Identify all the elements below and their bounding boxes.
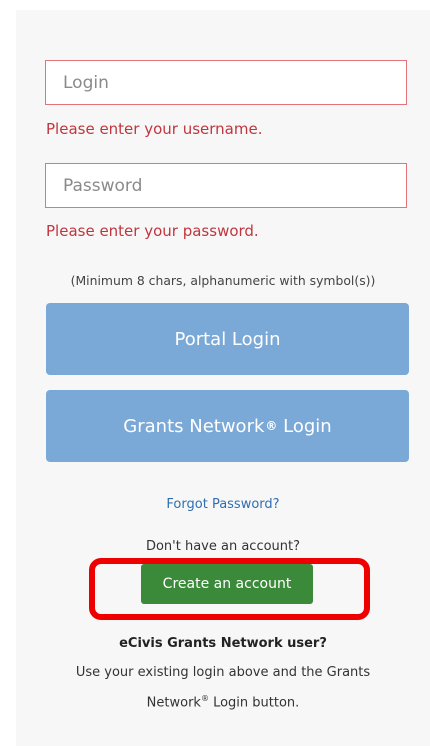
portal-login-button[interactable]: Portal Login — [46, 303, 409, 375]
password-error-message: Please enter your password. — [46, 222, 259, 240]
password-input[interactable] — [45, 163, 407, 208]
ecivis-registered-mark: ® — [200, 694, 209, 703]
create-account-button[interactable]: Create an account — [141, 564, 313, 604]
ecivis-text-part2: Login button. — [208, 695, 300, 711]
grants-network-login-button[interactable]: Grants Network ® Login — [46, 390, 409, 462]
ecivis-user-title: eCivis Grants Network user? — [119, 636, 327, 651]
login-panel: Please enter your username. Please enter… — [16, 10, 430, 746]
login-input[interactable] — [45, 60, 407, 105]
login-card: Please enter your username. Please enter… — [16, 10, 430, 746]
forgot-password-link[interactable]: Forgot Password? — [16, 497, 430, 512]
password-requirements-hint: (Minimum 8 chars, alphanumeric with symb… — [70, 273, 376, 288]
grants-network-login-suffix: Login — [283, 415, 332, 437]
portal-login-label: Portal Login — [174, 328, 281, 350]
grants-network-login-label: Grants Network — [123, 415, 265, 437]
no-account-prompt: Don't have an account? — [145, 539, 301, 554]
registered-mark: ® — [265, 419, 278, 433]
login-error-message: Please enter your username. — [46, 120, 263, 138]
ecivis-user-instructions: Use your existing login above and the Gr… — [46, 660, 400, 716]
